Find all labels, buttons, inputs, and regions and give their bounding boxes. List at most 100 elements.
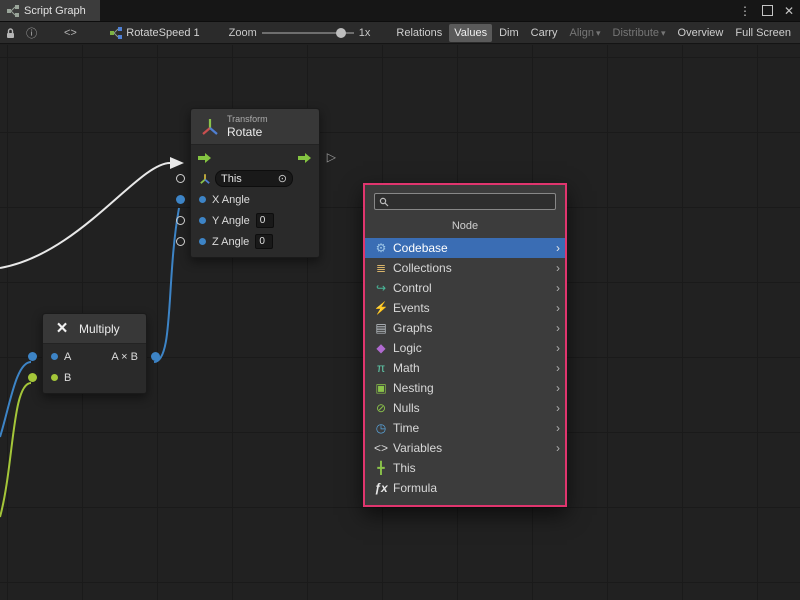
fullscreen-button[interactable]: Full Screen bbox=[730, 24, 796, 42]
a-port-row: A A × B bbox=[43, 346, 146, 367]
align-button[interactable]: Align▾ bbox=[565, 24, 606, 42]
nesting-icon: ▣ bbox=[373, 381, 389, 395]
z-angle-label: Z Angle bbox=[212, 236, 249, 248]
graph-breadcrumb[interactable]: RotateSpeed 1 bbox=[110, 27, 199, 39]
y-angle-input[interactable]: 0 bbox=[256, 213, 274, 228]
output-label: A × B bbox=[111, 351, 138, 363]
close-icon[interactable]: ✕ bbox=[784, 4, 794, 18]
this-target-field[interactable]: This ⊙ bbox=[215, 170, 293, 187]
graph-toolbar: ⓘ <> RotateSpeed 1 Zoom 1x Relations Val… bbox=[0, 21, 800, 44]
port-this-input[interactable] bbox=[176, 174, 185, 183]
edge-control-flow[interactable] bbox=[0, 163, 170, 268]
finder-item-label: Formula bbox=[393, 481, 560, 495]
carry-button[interactable]: Carry bbox=[526, 24, 563, 42]
values-button[interactable]: Values bbox=[449, 24, 492, 42]
finder-item-variables[interactable]: <> Variables › bbox=[365, 438, 565, 458]
finder-header: Node bbox=[365, 213, 565, 238]
edge-into-multiply-a[interactable] bbox=[0, 362, 31, 437]
finder-item-label: Control bbox=[393, 281, 556, 295]
logic-icon: ◆ bbox=[373, 341, 389, 355]
chevron-right-icon: › bbox=[556, 281, 560, 295]
finder-item-label: Collections bbox=[393, 261, 556, 275]
finder-item-label: Graphs bbox=[393, 321, 556, 335]
lock-icon bbox=[5, 27, 16, 39]
this-field-label: This bbox=[221, 173, 242, 185]
finder-item-math[interactable]: π Math › bbox=[365, 358, 565, 378]
x-angle-port-row: X Angle bbox=[191, 189, 319, 210]
search-field[interactable] bbox=[374, 193, 556, 210]
distribute-label: Distribute bbox=[613, 27, 659, 39]
flow-out-port[interactable]: ▷ bbox=[327, 150, 336, 164]
code-view-button[interactable]: <> bbox=[64, 27, 78, 39]
finder-item-this[interactable]: ╋ This bbox=[365, 458, 565, 478]
finder-item-codebase[interactable]: ⚙ Codebase › bbox=[365, 238, 565, 258]
node-multiply[interactable]: × Multiply A A × B B bbox=[42, 313, 147, 394]
x-angle-dot-icon bbox=[199, 196, 206, 203]
graph-canvas[interactable]: Transform Rotate ▷ bbox=[0, 45, 800, 600]
relations-button[interactable]: Relations bbox=[391, 24, 447, 42]
multiply-icon: × bbox=[52, 319, 72, 338]
control-icon: ↪ bbox=[373, 281, 389, 295]
info-button[interactable]: ⓘ bbox=[25, 25, 39, 41]
b-port-row: B bbox=[43, 367, 146, 388]
node-header[interactable]: Transform Rotate bbox=[191, 109, 319, 145]
finder-item-label: Math bbox=[393, 361, 556, 375]
transform-axis-icon bbox=[200, 117, 220, 137]
flow-out-arrow-icon[interactable] bbox=[298, 152, 312, 164]
node-transform-rotate[interactable]: Transform Rotate ▷ bbox=[190, 108, 320, 258]
node-title: Multiply bbox=[79, 322, 120, 336]
window-menu-icon[interactable]: ⋮ bbox=[739, 4, 751, 18]
port-a-input[interactable] bbox=[28, 352, 37, 361]
tab-script-graph[interactable]: Script Graph bbox=[0, 0, 100, 21]
this-port-row: This ⊙ bbox=[191, 168, 319, 189]
flow-arrowhead-icon bbox=[170, 157, 184, 169]
script-graph-icon bbox=[7, 5, 19, 17]
port-x-angle-input[interactable] bbox=[176, 195, 185, 204]
port-result-output[interactable] bbox=[151, 352, 160, 361]
zoom-slider-knob[interactable] bbox=[336, 28, 346, 38]
port-b-input[interactable] bbox=[28, 373, 37, 382]
zoom-slider[interactable] bbox=[262, 32, 354, 34]
flow-in-arrow-icon[interactable] bbox=[198, 152, 212, 164]
finder-item-nulls[interactable]: ⊘ Nulls › bbox=[365, 398, 565, 418]
finder-item-nesting[interactable]: ▣ Nesting › bbox=[365, 378, 565, 398]
a-label: A bbox=[64, 351, 71, 363]
finder-item-formula[interactable]: ƒx Formula bbox=[365, 478, 565, 498]
a-dot-icon bbox=[51, 353, 58, 360]
finder-item-logic[interactable]: ◆ Logic › bbox=[365, 338, 565, 358]
finder-item-events[interactable]: ⚡ Events › bbox=[365, 298, 565, 318]
edge-into-multiply-b[interactable] bbox=[0, 383, 31, 517]
finder-item-label: Nesting bbox=[393, 381, 556, 395]
port-z-angle-input[interactable] bbox=[176, 237, 185, 246]
lock-button[interactable] bbox=[4, 27, 18, 39]
time-clock-icon: ◷ bbox=[373, 421, 389, 435]
finder-item-graphs[interactable]: ▤ Graphs › bbox=[365, 318, 565, 338]
x-angle-label: X Angle bbox=[212, 194, 250, 206]
finder-item-time[interactable]: ◷ Time › bbox=[365, 418, 565, 438]
zoom-control: Zoom 1x bbox=[229, 27, 371, 39]
this-cross-icon: ╋ bbox=[373, 461, 389, 475]
overview-button[interactable]: Overview bbox=[673, 24, 729, 42]
y-angle-dot-icon bbox=[199, 217, 206, 224]
dim-button[interactable]: Dim bbox=[494, 24, 524, 42]
object-picker-icon[interactable]: ⊙ bbox=[278, 172, 287, 185]
chevron-right-icon: › bbox=[556, 341, 560, 355]
b-label: B bbox=[64, 372, 71, 384]
chevron-right-icon: › bbox=[556, 361, 560, 375]
node-header[interactable]: × Multiply bbox=[43, 314, 146, 344]
z-angle-input[interactable]: 0 bbox=[255, 234, 273, 249]
mini-axis-icon bbox=[199, 173, 211, 185]
port-y-angle-input[interactable] bbox=[176, 216, 185, 225]
node-finder-popup: Node ⚙ Codebase › ≣ Collections › ↪ Cont… bbox=[363, 183, 567, 507]
node-search-input[interactable] bbox=[393, 195, 551, 208]
maximize-icon[interactable] bbox=[762, 5, 773, 16]
finder-item-collections[interactable]: ≣ Collections › bbox=[365, 258, 565, 278]
edge-multiply-to-xangle[interactable] bbox=[154, 208, 179, 362]
math-pi-icon: π bbox=[373, 361, 389, 375]
finder-item-label: Codebase bbox=[393, 241, 556, 255]
finder-item-control[interactable]: ↪ Control › bbox=[365, 278, 565, 298]
finder-item-label: Variables bbox=[393, 441, 556, 455]
node-title: Rotate bbox=[227, 125, 268, 139]
distribute-button[interactable]: Distribute▾ bbox=[608, 24, 671, 42]
chevron-right-icon: › bbox=[556, 421, 560, 435]
